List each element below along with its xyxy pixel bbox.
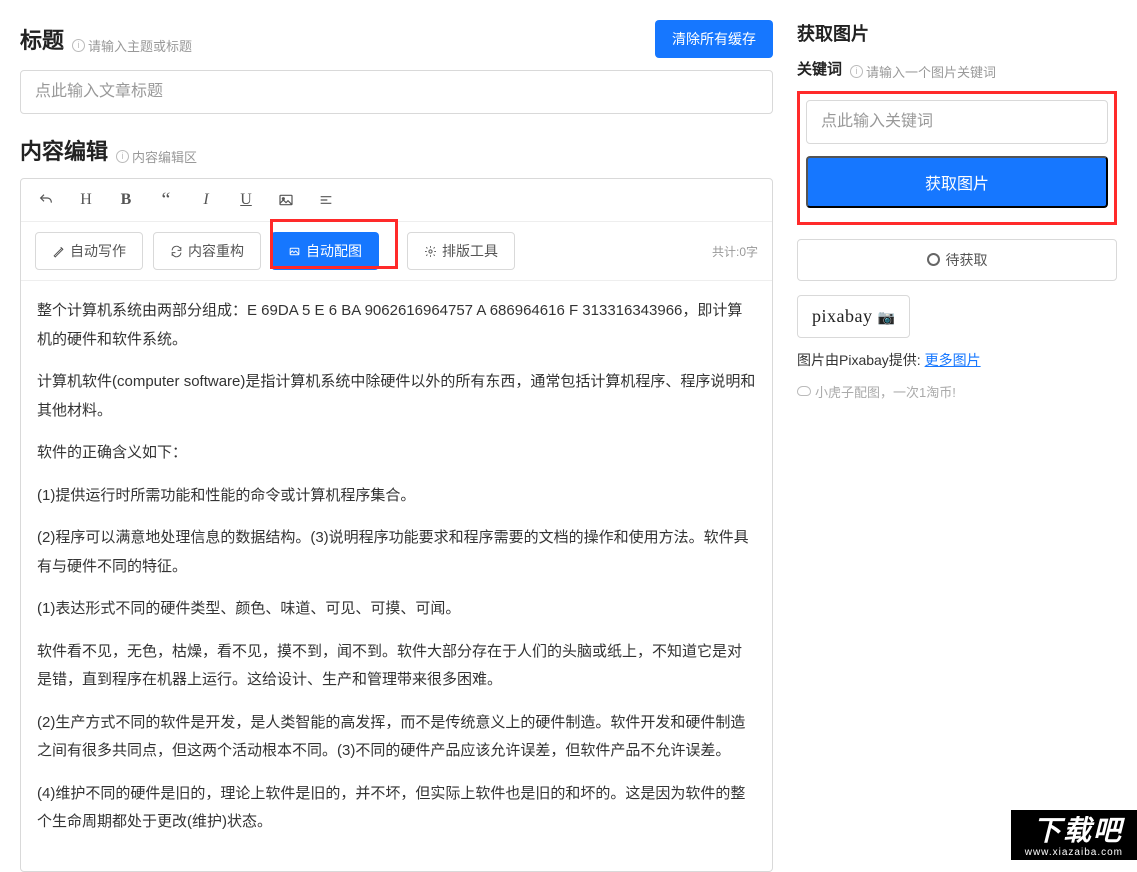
title-label: 标题 [20,23,64,55]
editor-paragraph: (2)生产方式不同的软件是开发，是人类智能的高发挥，而不是传统意义上的硬件制造。… [37,709,756,766]
editor-paragraph: (2)程序可以满意地处理信息的数据结构。(3)说明程序功能要求和程序需要的文档的… [37,524,756,581]
layout-tool-button[interactable]: 排版工具 [407,232,515,270]
camera-icon: 📷 [877,311,895,326]
keyword-highlight-box: 获取图片 [797,91,1117,225]
content-hint: i 内容编辑区 [116,147,197,166]
keyword-input[interactable] [806,100,1108,144]
keyword-hint: i 请输入一个图片关键词 [850,62,996,81]
credit-line: 图片由Pixabay提供: 更多图片 [797,350,1117,370]
bold-button[interactable]: B [115,189,137,211]
char-count: 共计:0字 [712,243,758,260]
editor-content[interactable]: 整个计算机系统由两部分组成：E 69DA 5 E 6 BA 9062616964… [21,281,772,871]
italic-button[interactable]: I [195,189,217,211]
editor-paragraph: 计算机软件(computer software)是指计算机系统中除硬件以外的所有… [37,368,756,425]
content-title: 内容编辑 [20,134,108,166]
image-button[interactable] [275,189,297,211]
title-header: 标题 i 请输入主题或标题 清除所有缓存 [20,20,773,58]
fetch-image-button[interactable]: 获取图片 [806,156,1108,208]
editor-container: H B “ I U 自动写作 内容重构 [20,178,773,872]
editor-paragraph: 软件的正确含义如下： [37,439,756,468]
undo-button[interactable] [35,189,57,211]
cloud-icon [797,386,811,396]
editor-paragraph: 软件看不见，无色，枯燥，看不见，摸不到，闻不到。软件大部分存在于人们的头脑或纸上… [37,638,756,695]
keyword-label: 关键词 [797,58,842,79]
pixabay-badge: pixabay 📷 [797,295,910,338]
auto-write-button[interactable]: 自动写作 [35,232,143,270]
info-icon: i [850,65,863,78]
restructure-button[interactable]: 内容重构 [153,232,261,270]
fetch-image-title: 获取图片 [797,20,1117,46]
clear-cache-button[interactable]: 清除所有缓存 [655,20,773,58]
editor-paragraph: (1)表达形式不同的硬件类型、颜色、味道、可见、可摸、可闻。 [37,595,756,624]
content-header: 内容编辑 i 内容编辑区 [20,134,773,166]
article-title-input[interactable] [20,70,773,114]
circle-icon [927,253,940,266]
editor-paragraph: (4)维护不同的硬件是旧的，理论上软件是旧的，并不坏，但实际上软件也是旧的和坏的… [37,780,756,837]
info-icon: i [116,150,129,163]
fetch-status[interactable]: 待获取 [797,239,1117,281]
format-toolbar: H B “ I U [21,179,772,222]
auto-image-button[interactable]: 自动配图 [271,232,379,270]
quote-button[interactable]: “ [155,189,177,211]
watermark: 下载吧 www.xiazaiba.com [1011,810,1137,860]
cost-line: 小虎子配图，一次1淘币! [797,382,1117,401]
info-icon: i [72,39,85,52]
editor-paragraph: 整个计算机系统由两部分组成：E 69DA 5 E 6 BA 9062616964… [37,297,756,354]
action-toolbar: 自动写作 内容重构 自动配图 排版工具 共计:0字 [21,222,772,281]
title-hint: i 请输入主题或标题 [72,36,192,55]
align-button[interactable] [315,189,337,211]
heading-button[interactable]: H [75,189,97,211]
underline-button[interactable]: U [235,189,257,211]
editor-paragraph: (1)提供运行时所需功能和性能的命令或计算机程序集合。 [37,482,756,511]
more-images-link[interactable]: 更多图片 [925,352,981,368]
